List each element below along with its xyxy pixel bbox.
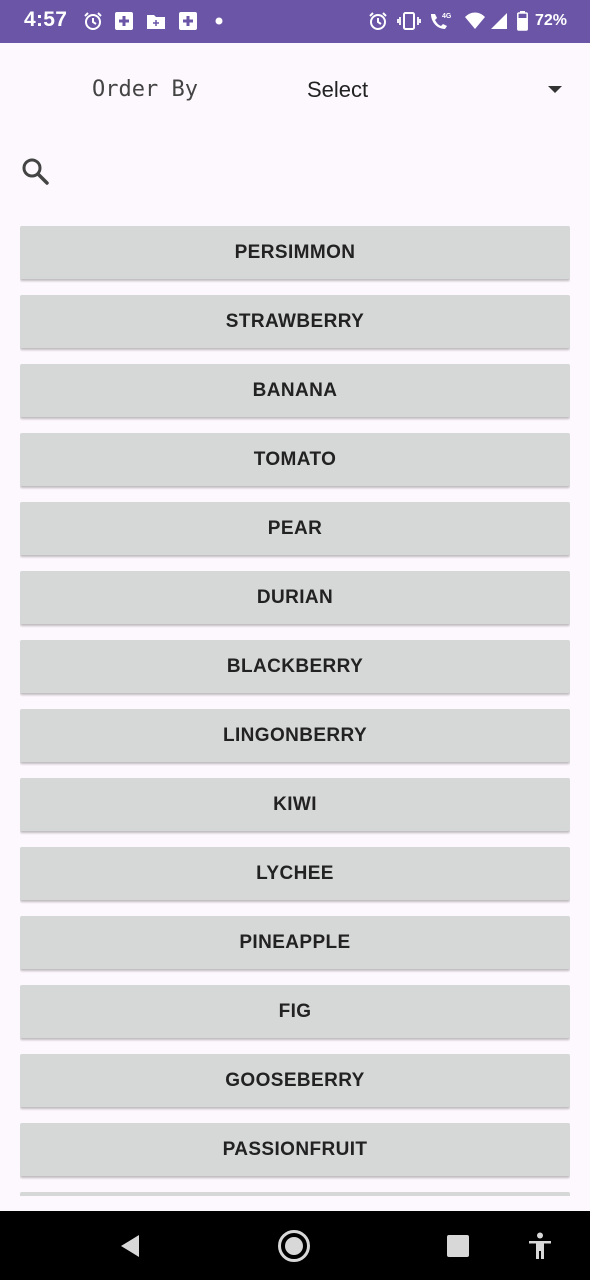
fruit-button[interactable]: GOOSEBERRY — [20, 1054, 570, 1107]
fruit-button[interactable]: STRAWBERRY — [20, 295, 570, 348]
fruit-list: PERSIMMON STRAWBERRY BANANA TOMATO PEAR … — [20, 226, 570, 1196]
fruit-button[interactable]: LYCHEE — [20, 847, 570, 900]
fruit-button[interactable]: TOMATO — [20, 433, 570, 486]
status-bar: 4:57 4G 72% — [0, 0, 590, 43]
fruit-button[interactable]: FIG — [20, 985, 570, 1038]
wifi-icon — [463, 10, 487, 32]
fruit-button[interactable]: PEAR — [20, 502, 570, 555]
order-by-dropdown[interactable]: Select — [300, 62, 575, 120]
fruit-button[interactable] — [20, 1192, 570, 1196]
folder-icon — [145, 10, 167, 32]
fruit-button[interactable]: BANANA — [20, 364, 570, 417]
search-icon[interactable] — [20, 156, 50, 186]
fruit-button[interactable]: LINGONBERRY — [20, 709, 570, 762]
navigation-bar — [0, 1211, 590, 1280]
dot-icon — [213, 10, 225, 32]
home-icon[interactable] — [276, 1229, 312, 1263]
alarm-icon — [367, 10, 389, 32]
cell-signal-icon — [489, 10, 509, 32]
medical-app-icon — [113, 10, 135, 32]
chevron-down-icon — [548, 86, 562, 93]
volte-call-icon: 4G — [428, 10, 452, 32]
fruit-button[interactable]: PERSIMMON — [20, 226, 570, 279]
fruit-button[interactable]: BLACKBERRY — [20, 640, 570, 693]
order-by-selected-value: Select — [307, 77, 369, 102]
network-type-label: 4G — [442, 13, 452, 20]
fruit-button[interactable]: DURIAN — [20, 571, 570, 624]
battery-percentage: 72% — [535, 12, 568, 29]
medical-app-icon — [177, 10, 199, 32]
order-by-row: Order By Select — [0, 62, 590, 120]
fruit-button[interactable]: PINEAPPLE — [20, 916, 570, 969]
back-icon[interactable] — [112, 1229, 148, 1263]
alarm-icon — [82, 10, 104, 32]
fruit-button[interactable]: PASSIONFRUIT — [20, 1123, 570, 1176]
battery-icon — [515, 10, 529, 32]
accessibility-icon[interactable] — [522, 1229, 558, 1263]
fruit-button[interactable]: KIWI — [20, 778, 570, 831]
vibrate-icon — [397, 10, 421, 32]
order-by-label: Order By — [92, 77, 198, 102]
status-time: 4:57 — [24, 8, 68, 31]
recents-icon[interactable] — [440, 1229, 476, 1263]
